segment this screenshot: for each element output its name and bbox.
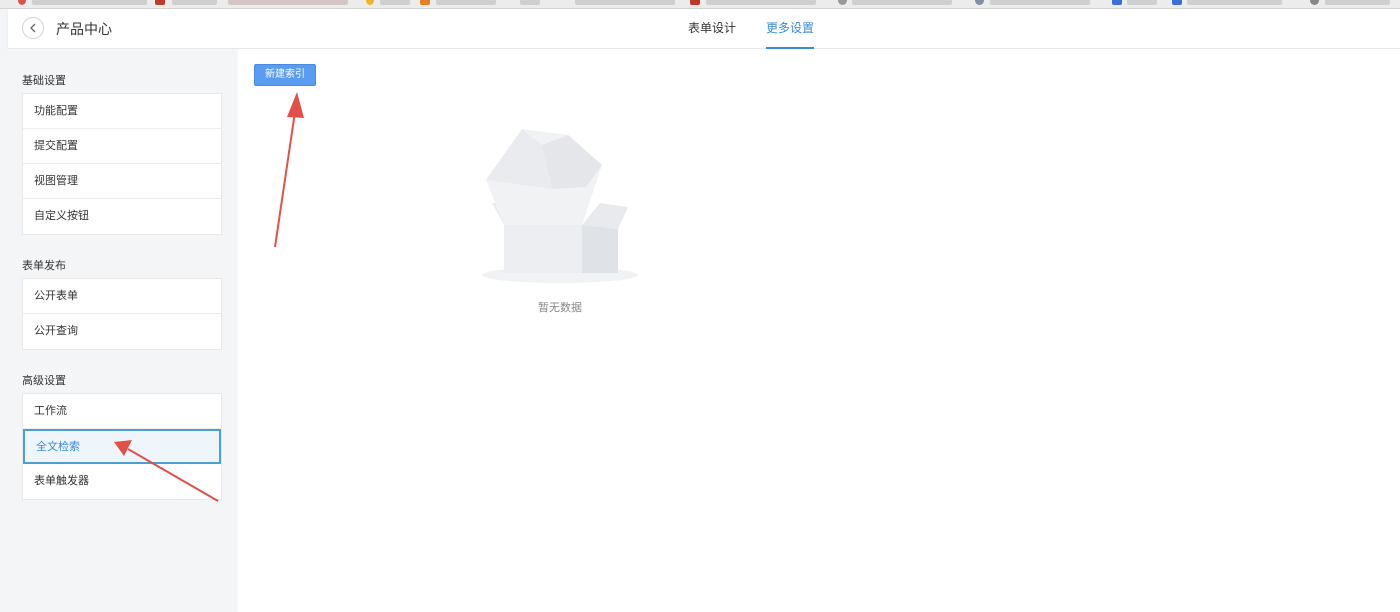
sidebar-item-view-management[interactable]: 视图管理 (23, 164, 221, 199)
sidebar-item-public-query[interactable]: 公开查询 (23, 314, 221, 349)
bookmark-icon[interactable] (18, 0, 26, 5)
tab-more-settings[interactable]: 更多设置 (766, 9, 815, 49)
bookmark-icon[interactable] (838, 0, 847, 5)
bookmark-item[interactable] (1127, 0, 1157, 5)
section-title-advanced: 高级设置 (22, 374, 66, 387)
menu-group-basic: 功能配置 提交配置 视图管理 自定义按钮 (22, 93, 222, 235)
bookmark-item[interactable] (32, 0, 147, 5)
sidebar-item-public-form[interactable]: 公开表单 (23, 279, 221, 314)
bookmark-item[interactable] (380, 0, 410, 5)
sidebar-item-function-config[interactable]: 功能配置 (23, 94, 221, 129)
bookmark-icon[interactable] (975, 0, 984, 5)
bookmark-icon[interactable] (690, 0, 700, 5)
empty-state-text: 暂无数据 (538, 301, 582, 314)
bookmark-icon[interactable] (420, 0, 430, 5)
bookmark-icon[interactable] (1310, 0, 1319, 5)
page-header: 产品中心 表单设计 更多设置 (8, 9, 1400, 49)
menu-group-advanced: 工作流 全文检索 表单触发器 (22, 393, 222, 500)
back-button[interactable] (22, 17, 44, 39)
sidebar-item-form-trigger[interactable]: 表单触发器 (23, 464, 221, 499)
menu-group-publish: 公开表单 公开查询 (22, 278, 222, 350)
app-frame: 产品中心 表单设计 更多设置 基础设置 功能配置 提交配置 视图管理 自定义按钮… (8, 9, 1400, 612)
bookmark-item[interactable] (1325, 0, 1390, 5)
tab-form-design[interactable]: 表单设计 (688, 9, 736, 49)
bookmark-item[interactable] (172, 0, 217, 5)
sidebar-item-submit-config[interactable]: 提交配置 (23, 129, 221, 164)
bookmark-icon[interactable] (1172, 0, 1182, 5)
bookmark-icon[interactable] (1112, 0, 1122, 5)
sidebar-item-custom-button[interactable]: 自定义按钮 (23, 199, 221, 234)
bookmark-item[interactable] (575, 0, 675, 5)
chevron-left-icon (30, 23, 36, 33)
bookmark-item[interactable] (436, 0, 496, 5)
new-index-button[interactable]: 新建索引 (254, 64, 316, 86)
section-title-basic: 基础设置 (22, 74, 66, 87)
bookmark-item[interactable] (1187, 0, 1282, 5)
bookmark-item[interactable] (520, 0, 540, 5)
bookmark-icon[interactable] (366, 0, 374, 5)
browser-bookmarks-bar (0, 0, 1400, 9)
empty-box-icon (482, 129, 638, 283)
header-tabs: 表单设计 更多设置 (688, 9, 844, 49)
page-title: 产品中心 (56, 22, 112, 38)
main-content: 新建索引 暂无数据 (238, 49, 1400, 612)
sidebar-item-workflow[interactable]: 工作流 (23, 394, 221, 429)
section-title-publish: 表单发布 (22, 259, 66, 272)
sidebar-item-full-text-search[interactable]: 全文检索 (23, 429, 221, 464)
bookmark-icon[interactable] (155, 0, 165, 5)
bookmark-item[interactable] (990, 0, 1090, 5)
settings-sidebar: 基础设置 功能配置 提交配置 视图管理 自定义按钮 表单发布 公开表单 公开查询… (8, 49, 238, 612)
bookmark-item[interactable] (852, 0, 952, 5)
bookmark-item[interactable] (228, 0, 348, 5)
bookmark-item[interactable] (706, 0, 816, 5)
